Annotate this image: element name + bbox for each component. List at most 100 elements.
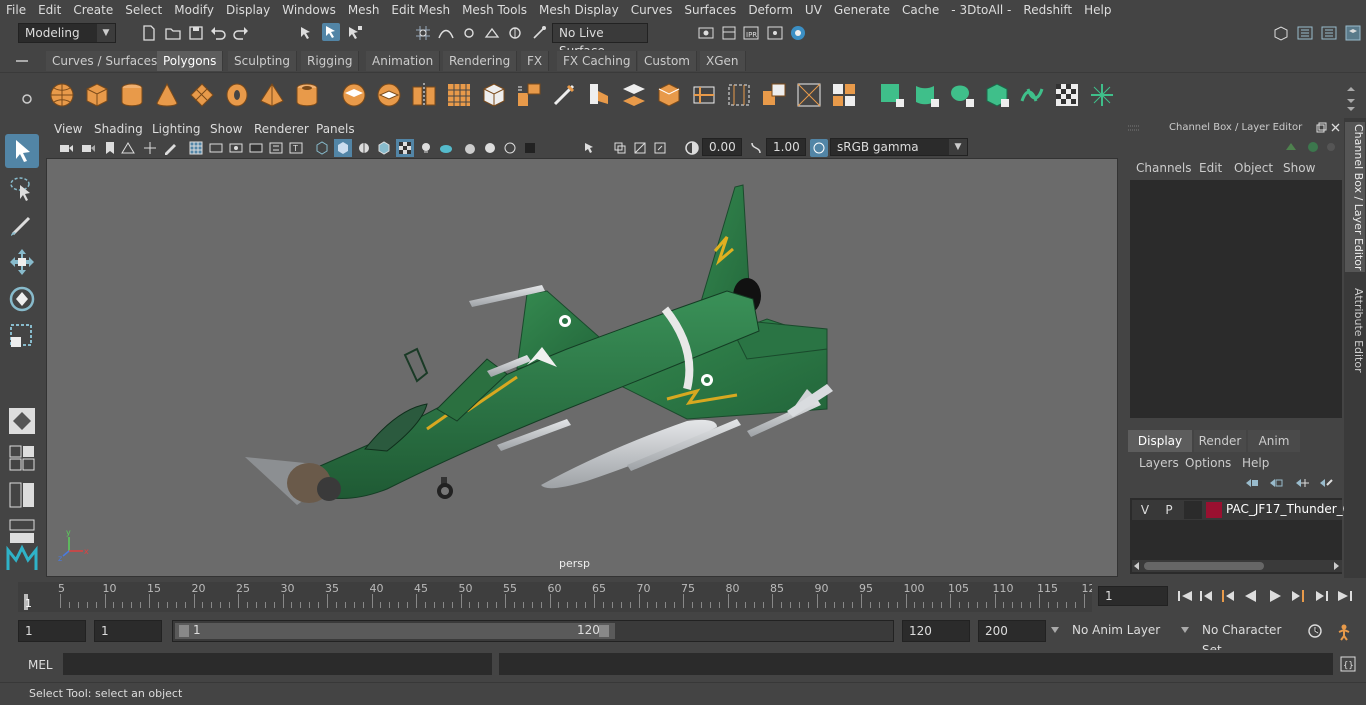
menu-cache[interactable]: Cache [896, 3, 945, 17]
channel-object-menu[interactable]: Object [1234, 161, 1273, 175]
move-layer-down-icon[interactable] [1268, 476, 1284, 490]
menu-surfaces[interactable]: Surfaces [678, 3, 742, 17]
image-plane-icon[interactable] [120, 140, 136, 156]
chevron-down-icon[interactable] [1180, 626, 1190, 634]
shelf-tab-rendering[interactable]: Rendering [443, 51, 518, 71]
end-time-field[interactable]: 200 [978, 620, 1046, 642]
go-to-start-icon[interactable] [1176, 588, 1194, 604]
shelf-tab-curves-surfaces[interactable]: Curves / Surfaces [46, 51, 165, 71]
scroll-right-icon[interactable] [1332, 561, 1340, 571]
insert-edge-loop-icon[interactable] [655, 81, 683, 109]
menu-mesh-display[interactable]: Mesh Display [533, 3, 625, 17]
step-back-frame-icon[interactable] [1198, 588, 1216, 604]
layer-options-menu[interactable]: Options [1185, 456, 1231, 470]
layer-tab-anim[interactable]: Anim [1248, 430, 1300, 452]
channel-key-icon[interactable] [1284, 140, 1298, 154]
shelf-menu-icon[interactable] [14, 55, 30, 67]
screen-space-ao-icon[interactable] [462, 140, 478, 156]
menu-mesh[interactable]: Mesh [342, 3, 386, 17]
shadows-icon[interactable] [438, 140, 454, 156]
auto-key-icon[interactable] [1306, 622, 1324, 640]
range-start-grip[interactable] [179, 625, 189, 637]
channel-edit-menu[interactable]: Edit [1199, 161, 1222, 175]
channel-list[interactable] [1130, 180, 1342, 418]
uv-planar-icon[interactable] [878, 81, 906, 109]
2d-pan-zoom-icon[interactable] [142, 140, 158, 156]
hypershade-icon[interactable] [789, 24, 807, 42]
separate-icon[interactable] [375, 81, 403, 109]
menu-edit-mesh[interactable]: Edit Mesh [385, 3, 456, 17]
poly-cube-icon[interactable] [83, 81, 111, 109]
textured-icon[interactable] [396, 139, 414, 157]
wireframe-on-shaded-icon[interactable] [376, 140, 392, 156]
poly-pipe-icon[interactable] [293, 81, 321, 109]
grease-pencil-icon[interactable] [162, 140, 178, 156]
character-set-dropdown[interactable]: No Character Set [1196, 620, 1300, 657]
select-hierarchy-icon[interactable] [298, 24, 316, 42]
playback-end-field[interactable]: 120 [902, 620, 970, 642]
move-tool-button[interactable] [5, 245, 39, 279]
layer-help-menu[interactable]: Help [1242, 456, 1269, 470]
play-backward-icon[interactable] [1242, 588, 1260, 604]
snap-curve-icon[interactable] [437, 24, 455, 42]
playback-start-field[interactable]: 1 [94, 620, 162, 642]
multisample-aa-icon[interactable] [502, 140, 518, 156]
menu-edit[interactable]: Edit [32, 3, 67, 17]
exposure-icon[interactable] [684, 140, 700, 156]
range-slider[interactable]: 1 120 [172, 620, 894, 642]
poly-plane-icon[interactable] [188, 81, 216, 109]
camera-icon[interactable] [58, 140, 74, 156]
viewport-menu-panels[interactable]: Panels [316, 122, 355, 136]
four-pane-layout-button[interactable] [5, 441, 39, 475]
menu-modify[interactable]: Modify [168, 3, 220, 17]
poly-cone-icon[interactable] [153, 81, 181, 109]
mel-language-label[interactable]: MEL [28, 658, 53, 672]
perspective-viewport[interactable]: y x z persp [46, 158, 1118, 577]
combine-icon[interactable] [340, 81, 368, 109]
channel-show-menu[interactable]: Show [1283, 161, 1315, 175]
extrude-icon[interactable] [515, 81, 543, 109]
menu-display[interactable]: Display [220, 3, 276, 17]
multi-cut-icon[interactable] [550, 81, 578, 109]
xray-components-icon[interactable] [652, 140, 668, 156]
channel-filter-icon[interactable] [1324, 140, 1338, 154]
channel-box-toggle-icon[interactable] [1344, 24, 1362, 42]
use-default-material-icon[interactable] [356, 140, 372, 156]
shelf-tab-animation[interactable]: Animation [366, 51, 441, 71]
uv-editor-icon[interactable] [1088, 81, 1116, 109]
menu-generate[interactable]: Generate [828, 3, 896, 17]
close-icon[interactable] [1330, 122, 1341, 133]
current-frame-field[interactable]: 1 [1098, 586, 1168, 606]
undo-icon[interactable] [209, 24, 227, 42]
go-to-end-icon[interactable] [1336, 588, 1354, 604]
uv-spherical-icon[interactable] [948, 81, 976, 109]
script-editor-icon[interactable]: {} [1340, 656, 1356, 672]
shelf-options-gear-icon[interactable] [20, 93, 34, 105]
ipr-render-icon[interactable]: IPR [742, 24, 760, 42]
poly-torus-icon[interactable] [223, 81, 251, 109]
reduce-icon[interactable] [480, 81, 508, 109]
smooth-shade-icon[interactable] [334, 139, 352, 157]
shelf-tab-rigging[interactable]: Rigging [301, 51, 360, 71]
offset-edge-loop-icon[interactable] [690, 81, 718, 109]
step-back-key-icon[interactable] [1220, 588, 1238, 604]
color-management-icon[interactable] [810, 139, 828, 157]
layer-row[interactable]: V P PAC_JF17_Thunder_Gr [1132, 500, 1357, 520]
poke-icon[interactable] [795, 81, 823, 109]
shelf-tab-custom[interactable]: Custom [638, 51, 697, 71]
bookmark-icon[interactable] [102, 140, 118, 156]
menu-file[interactable]: File [0, 3, 32, 17]
scroll-left-icon[interactable] [1133, 561, 1141, 571]
snap-view-plane-icon[interactable] [483, 24, 501, 42]
motion-blur-icon[interactable] [482, 140, 498, 156]
make-live-icon[interactable] [530, 24, 548, 42]
redo-icon[interactable] [232, 24, 250, 42]
depth-of-field-icon[interactable] [522, 140, 538, 156]
select-object-icon[interactable] [322, 23, 340, 41]
start-time-field[interactable]: 1 [18, 620, 86, 642]
layer-horizontal-scrollbar[interactable] [1132, 560, 1342, 572]
exposure-field[interactable]: 0.00 [702, 138, 742, 156]
open-scene-icon[interactable] [164, 24, 182, 42]
new-layer-icon[interactable] [1294, 476, 1310, 490]
single-pane-layout-button[interactable] [5, 404, 39, 438]
